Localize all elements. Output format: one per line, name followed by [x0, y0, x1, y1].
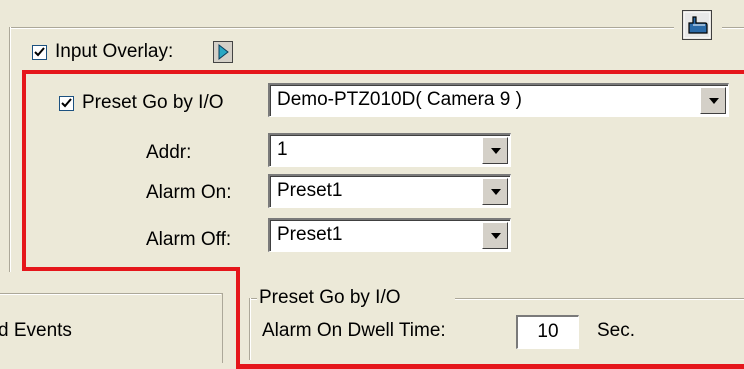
highlight-outline-top	[22, 70, 744, 74]
input-overlay-label: Input Overlay:	[55, 41, 174, 62]
preset-go-checkbox[interactable]	[59, 96, 74, 111]
checkmark-icon	[34, 47, 45, 57]
dropdown-arrow-icon	[709, 98, 719, 104]
pointing-hand-icon[interactable]	[682, 10, 712, 40]
addr-select[interactable]: 1	[268, 133, 511, 167]
dropdown-arrow-icon	[491, 233, 501, 239]
alarm-on-select-dropdown-button[interactable]	[482, 178, 508, 205]
alarm-off-label: Alarm Off:	[146, 229, 232, 250]
top-group-frame-top-right	[722, 27, 744, 29]
camera-select-value: Demo-PTZ010D( Camera 9 )	[277, 89, 522, 110]
events-tab-label: d Events	[0, 320, 72, 341]
checkmark-icon	[61, 98, 72, 108]
addr-select-value: 1	[277, 139, 288, 160]
dwell-time-unit: Sec.	[597, 320, 636, 341]
highlight-outline-mid	[22, 267, 240, 271]
dwell-group-title: Preset Go by I/O	[259, 287, 401, 308]
camera-select[interactable]: Demo-PTZ010D( Camera 9 )	[268, 83, 729, 117]
dwell-time-label: Alarm On Dwell Time:	[262, 320, 446, 341]
input-overlay-checkbox[interactable]	[32, 45, 47, 60]
alarm-on-select-value: Preset1	[277, 180, 343, 201]
play-arrow-icon[interactable]	[213, 41, 233, 63]
alarm-off-select[interactable]: Preset1	[268, 218, 511, 252]
highlight-outline-bottom	[236, 364, 744, 369]
preset-go-label: Preset Go by I/O	[82, 92, 224, 113]
highlight-outline-left	[22, 70, 26, 271]
top-group-frame-top	[9, 27, 674, 29]
camera-select-dropdown-button[interactable]	[700, 87, 726, 114]
alarm-on-select[interactable]: Preset1	[268, 174, 511, 208]
dropdown-arrow-icon	[491, 189, 501, 195]
addr-label: Addr:	[146, 142, 192, 163]
dropdown-arrow-icon	[491, 148, 501, 154]
highlight-outline-step	[236, 267, 240, 369]
alarm-off-select-dropdown-button[interactable]	[482, 222, 508, 249]
alarm-off-select-value: Preset1	[277, 224, 343, 245]
alarm-on-label: Alarm On:	[146, 182, 232, 203]
dwell-time-input[interactable]: 10	[516, 315, 579, 349]
addr-select-dropdown-button[interactable]	[482, 137, 508, 164]
dwell-group-frame-top-right	[455, 298, 744, 300]
dwell-group-frame-left	[249, 298, 251, 360]
top-group-frame-left	[9, 27, 11, 272]
